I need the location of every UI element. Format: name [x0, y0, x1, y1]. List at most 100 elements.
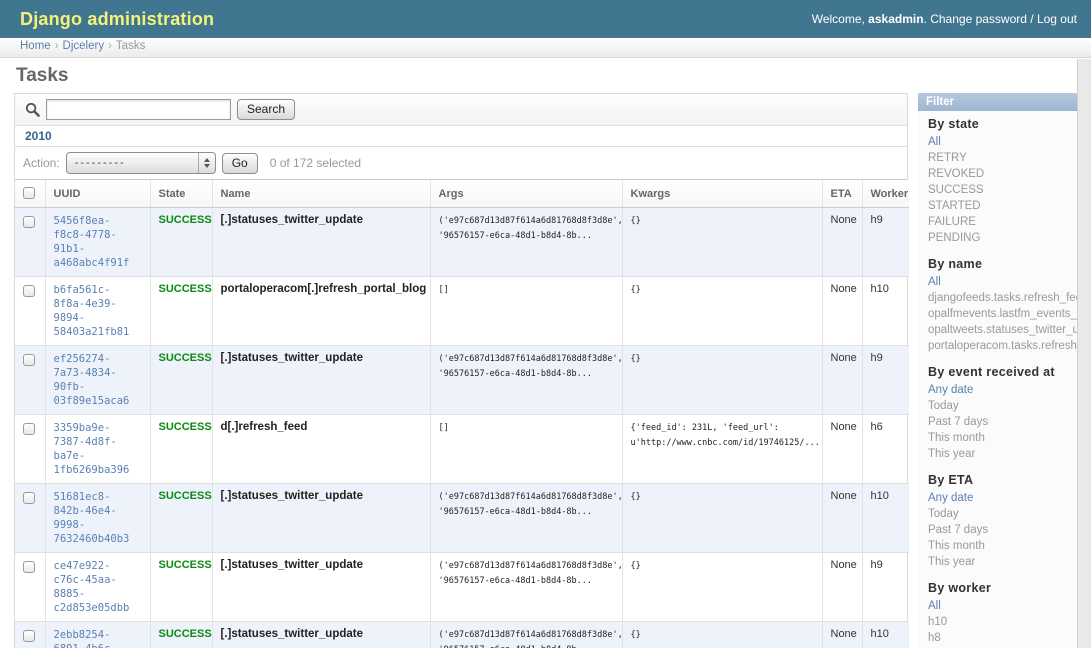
filter-link[interactable]: This month [928, 432, 985, 444]
task-uuid-link[interactable]: 5456f8ea- f8c8-4778- 91b1- a468abc4f91f [54, 214, 142, 270]
filter-heading: By name [928, 257, 1077, 271]
filter-link[interactable]: This month [928, 540, 985, 552]
row-checkbox[interactable] [23, 285, 35, 297]
filter-link[interactable]: SUCCESS [928, 184, 984, 196]
actions-bar: Action: --------- Go 0 of 172 selected [15, 147, 907, 180]
task-args: [] [430, 415, 622, 484]
filter-heading: By ETA [928, 473, 1077, 487]
task-uuid-link[interactable]: 2ebb8254- 6891-4b6c- a0e7- fab8840488e7 [54, 628, 142, 648]
column-header-name[interactable]: Name [212, 180, 430, 208]
filter-item: This month [928, 430, 1077, 446]
filter-section: By name All djangofeeds.tasks.refresh_feed… [928, 257, 1077, 354]
filter-item: PENDING [928, 230, 1077, 246]
scrollbar-track[interactable] [1077, 59, 1091, 648]
filter-link[interactable]: Any date [928, 492, 973, 504]
filter-link[interactable]: h10 [928, 616, 947, 628]
row-checkbox[interactable] [23, 354, 35, 366]
logout-link[interactable]: Log out [1037, 12, 1077, 26]
filter-link[interactable]: h8 [928, 632, 941, 644]
user-tools: Welcome, askadmin. Change password / Log… [812, 12, 1077, 26]
task-state: SUCCESS [150, 415, 212, 484]
column-header-eta[interactable]: ETA [822, 180, 862, 208]
filter-item: This year [928, 446, 1077, 462]
task-uuid-link[interactable]: 51681ec8- 842b-46e4- 9998- 7632460b40b3 [54, 490, 142, 546]
row-checkbox[interactable] [23, 423, 35, 435]
search-button[interactable]: Search [237, 99, 295, 120]
filter-link[interactable]: opaltweets.statuses_twitter_update [928, 324, 1077, 336]
column-header-worker[interactable]: Worker [862, 180, 909, 208]
filter-heading: By state [928, 117, 1077, 131]
task-eta: None [822, 277, 862, 346]
task-worker: h6 [862, 415, 909, 484]
task-eta: None [822, 346, 862, 415]
task-uuid-link[interactable]: 3359ba9e- 7387-4d8f- ba7e- 1fb6269ba396 [54, 421, 142, 477]
filter-heading: By event received at [928, 365, 1077, 379]
action-select[interactable]: --------- [66, 152, 216, 174]
select-all-checkbox[interactable] [23, 187, 35, 199]
filter-link[interactable]: portaloperacom.tasks.refresh_portal [928, 340, 1077, 352]
date-hierarchy-year-link[interactable]: 2010 [25, 129, 52, 143]
filter-item: FAILURE [928, 214, 1077, 230]
column-header-uuid[interactable]: UUID [45, 180, 150, 208]
action-counter: 0 of 172 selected [270, 156, 361, 170]
change-password-link[interactable]: Change password [930, 12, 1027, 26]
filter-link[interactable]: Today [928, 400, 959, 412]
filter-link[interactable]: Today [928, 508, 959, 520]
filter-link[interactable]: PENDING [928, 232, 980, 244]
filter-item: All [928, 274, 1077, 290]
filter-link[interactable]: Past 7 days [928, 524, 988, 536]
task-uuid-link[interactable]: ef256274- 7a73-4834- 90fb- 03f89e15aca6 [54, 352, 142, 408]
select-all-header [15, 180, 45, 208]
breadcrumb: Home›Djcelery›Tasks [0, 38, 1091, 58]
task-kwargs: {} [622, 622, 822, 648]
go-button[interactable]: Go [222, 153, 258, 174]
table-row: 2ebb8254- 6891-4b6c- a0e7- fab8840488e7S… [15, 622, 909, 648]
task-name: [.]statuses_twitter_update [212, 346, 430, 415]
filter-link[interactable]: FAILURE [928, 216, 976, 228]
row-checkbox[interactable] [23, 630, 35, 642]
filter-link[interactable]: RETRY [928, 152, 967, 164]
filter-link[interactable]: All [928, 600, 941, 612]
breadcrumb-separator: › [108, 40, 112, 52]
task-worker: h9 [862, 553, 909, 622]
filter-item: STARTED [928, 198, 1077, 214]
column-header-state[interactable]: State [150, 180, 212, 208]
task-worker: h10 [862, 484, 909, 553]
breadcrumb-separator: › [55, 40, 59, 52]
column-header-args[interactable]: Args [430, 180, 622, 208]
task-args: ('e97c687d13d87f614a6d81768d8f3d8e', '96… [430, 622, 622, 648]
column-header-kwargs[interactable]: Kwargs [622, 180, 822, 208]
filter-section: By state All RETRY REVOKED SUCCESS STARTED FAI… [928, 117, 1077, 246]
filter-link[interactable]: This year [928, 448, 975, 460]
task-kwargs: {} [622, 277, 822, 346]
filter-link[interactable]: All [928, 136, 941, 148]
filter-link[interactable]: STARTED [928, 200, 981, 212]
filter-link[interactable]: REVOKED [928, 168, 984, 180]
breadcrumb-link[interactable]: Home [20, 40, 51, 52]
filter-link[interactable]: djangofeeds.tasks.refresh_feed [928, 292, 1077, 304]
filter-title: Filter [918, 93, 1077, 111]
breadcrumb-current: Tasks [116, 40, 145, 52]
search-icon [25, 102, 40, 117]
task-worker: h9 [862, 208, 909, 277]
row-checkbox[interactable] [23, 561, 35, 573]
row-checkbox[interactable] [23, 216, 35, 228]
result-table: UUIDStateNameArgsKwargsETAWorker 5456f8e… [15, 180, 909, 648]
site-branding[interactable]: Django administration [20, 9, 214, 30]
row-checkbox[interactable] [23, 492, 35, 504]
filter-link[interactable]: This year [928, 556, 975, 568]
task-kwargs: {} [622, 346, 822, 415]
filter-link[interactable]: Past 7 days [928, 416, 988, 428]
filter-item: opalfmevents.lastfm_events_update [928, 306, 1077, 322]
page-title: Tasks [16, 65, 1077, 87]
task-uuid-link[interactable]: ce47e922- c76c-45aa- 8885- c2d853e05dbb [54, 559, 142, 615]
breadcrumb-link[interactable]: Djcelery [63, 40, 105, 52]
task-kwargs: {'feed_id': 231L, 'feed_url': u'http://w… [622, 415, 822, 484]
search-input[interactable] [46, 99, 231, 120]
filter-link[interactable]: Any date [928, 384, 973, 396]
filter-link[interactable]: All [928, 276, 941, 288]
task-uuid-link[interactable]: b6fa561c- 8f8a-4e39- 9894- 58403a21fb81 [54, 283, 142, 339]
task-worker: h10 [862, 277, 909, 346]
task-state: SUCCESS [150, 346, 212, 415]
filter-link[interactable]: opalfmevents.lastfm_events_update [928, 308, 1077, 320]
